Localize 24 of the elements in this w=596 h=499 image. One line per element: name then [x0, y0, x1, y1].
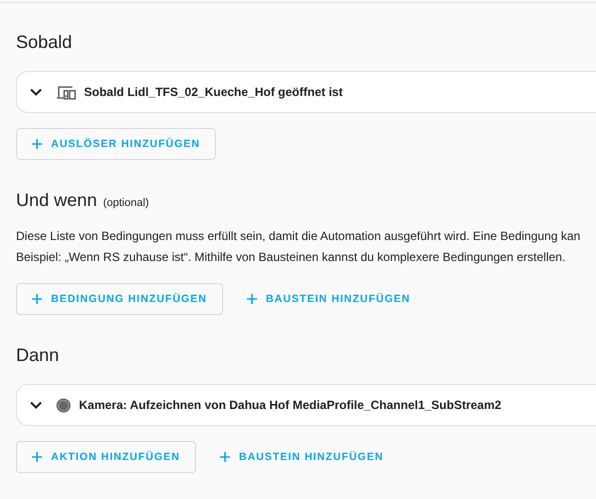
plus-icon [32, 452, 42, 462]
plus-icon [246, 294, 257, 304]
plus-icon [32, 139, 42, 149]
card-label: Sobald Lidl_TFS_02_Kueche_Hof geöffnet ist [84, 85, 343, 99]
section-title: Und wenn [16, 190, 98, 211]
card-label: Kamera: Aufzeichnen von Dahua Hof MediaProfile_Channel1_SubStream2 [79, 398, 502, 412]
optional-note: (optional) [103, 197, 149, 209]
plus-icon [220, 452, 230, 462]
section-title: Dann [16, 345, 60, 366]
chevron-icon[interactable] [30, 88, 42, 96]
rule-card[interactable]: Kamera: Aufzeichnen von Dahua Hof MediaProfile_Channel1_SubStream2 [16, 384, 596, 426]
rule-card[interactable]: Sobald Lidl_TFS_02_Kueche_Hof geöffnet ist [16, 71, 596, 113]
add-link-button[interactable]: BAUSTEIN HINZUFÜGEN [230, 283, 426, 315]
description-line: Diese Liste von Bedingungen muss erfüllt sein, damit die Automation ausgeführt wird. Eine Bedingung kan [16, 228, 582, 245]
record-icon [56, 398, 71, 412]
plus-icon [32, 294, 42, 304]
devices-icon [56, 84, 76, 100]
add-link-button[interactable]: BAUSTEIN HINZUFÜGEN [204, 441, 400, 473]
add-button[interactable]: BEDINGUNG HINZUFÜGEN [16, 283, 223, 315]
add-button[interactable]: AUSLÖSER HINZUFÜGEN [16, 128, 216, 160]
section-title: Sobald [16, 32, 72, 53]
add-button[interactable]: AKTION HINZUFÜGEN [16, 441, 196, 473]
chevron-icon[interactable] [30, 401, 42, 409]
description-line: Beispiel: „Wenn RS zuhause ist“. Mithilfe von Bausteinen kannst du komplexere Bedingungen erstellen. [16, 249, 566, 266]
